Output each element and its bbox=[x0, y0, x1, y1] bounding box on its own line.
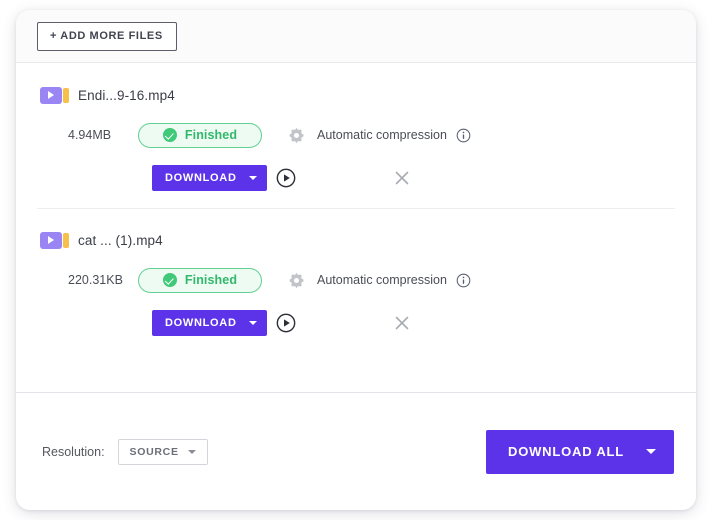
remove-file-icon[interactable] bbox=[392, 168, 412, 188]
gear-icon[interactable] bbox=[288, 127, 305, 144]
video-file-icon bbox=[40, 232, 70, 249]
file-name: cat ... (1).mp4 bbox=[78, 233, 163, 248]
download-all-button-label: DOWNLOAD ALL bbox=[508, 444, 624, 459]
download-all-button[interactable]: DOWNLOAD ALL bbox=[486, 430, 674, 474]
download-button-label: DOWNLOAD bbox=[165, 317, 237, 329]
resolution-label: Resolution: bbox=[42, 445, 105, 459]
status-badge: Finished bbox=[138, 268, 262, 293]
file-name: Endi...9-16.mp4 bbox=[78, 88, 175, 103]
film-strip-shape bbox=[63, 88, 69, 103]
download-button-label: DOWNLOAD bbox=[165, 172, 237, 184]
remove-file-icon[interactable] bbox=[392, 313, 412, 333]
chevron-down-icon bbox=[249, 176, 257, 180]
add-more-files-button[interactable]: + ADD MORE FILES bbox=[37, 22, 177, 51]
play-circle-icon[interactable] bbox=[276, 313, 296, 333]
card-header: + ADD MORE FILES bbox=[16, 10, 696, 63]
file-row: Endi...9-16.mp4 4.94MB Finished Automati… bbox=[16, 63, 696, 208]
resolution-select-value: SOURCE bbox=[130, 446, 179, 458]
file-name-line: Endi...9-16.mp4 bbox=[16, 85, 696, 105]
download-button[interactable]: DOWNLOAD bbox=[152, 310, 267, 336]
compression-mode-label: Automatic compression bbox=[317, 128, 447, 142]
film-strip-shape bbox=[63, 233, 69, 248]
chevron-down-icon bbox=[646, 449, 656, 454]
info-icon[interactable] bbox=[456, 128, 471, 143]
file-meta-line: 4.94MB Finished Automatic compression bbox=[16, 122, 696, 148]
file-size: 220.31KB bbox=[68, 273, 130, 287]
app-background: + ADD MORE FILES Endi...9-16.mp4 4.94MB bbox=[0, 0, 715, 520]
play-circle-icon[interactable] bbox=[276, 168, 296, 188]
file-action-line: DOWNLOAD bbox=[16, 309, 696, 337]
download-button[interactable]: DOWNLOAD bbox=[152, 165, 267, 191]
check-circle-icon bbox=[163, 128, 177, 142]
file-row: cat ... (1).mp4 220.31KB Finished Automa… bbox=[16, 208, 696, 353]
video-thumbnail-shape bbox=[40, 232, 62, 249]
check-circle-icon bbox=[163, 273, 177, 287]
file-size: 4.94MB bbox=[68, 128, 130, 142]
file-action-line: DOWNLOAD bbox=[16, 164, 696, 192]
card-footer: Resolution: SOURCE DOWNLOAD ALL bbox=[16, 392, 696, 510]
video-file-icon bbox=[40, 87, 70, 104]
status-badge-label: Finished bbox=[185, 128, 237, 142]
file-list: Endi...9-16.mp4 4.94MB Finished Automati… bbox=[16, 63, 696, 392]
chevron-down-icon bbox=[249, 321, 257, 325]
status-badge-label: Finished bbox=[185, 273, 237, 287]
file-name-line: cat ... (1).mp4 bbox=[16, 230, 696, 250]
info-icon[interactable] bbox=[456, 273, 471, 288]
file-manager-card: + ADD MORE FILES Endi...9-16.mp4 4.94MB bbox=[16, 10, 696, 510]
video-thumbnail-shape bbox=[40, 87, 62, 104]
resolution-select[interactable]: SOURCE bbox=[118, 439, 208, 465]
gear-icon[interactable] bbox=[288, 272, 305, 289]
chevron-down-icon bbox=[188, 450, 196, 454]
status-badge: Finished bbox=[138, 123, 262, 148]
file-meta-line: 220.31KB Finished Automatic compression bbox=[16, 267, 696, 293]
compression-mode-label: Automatic compression bbox=[317, 273, 447, 287]
